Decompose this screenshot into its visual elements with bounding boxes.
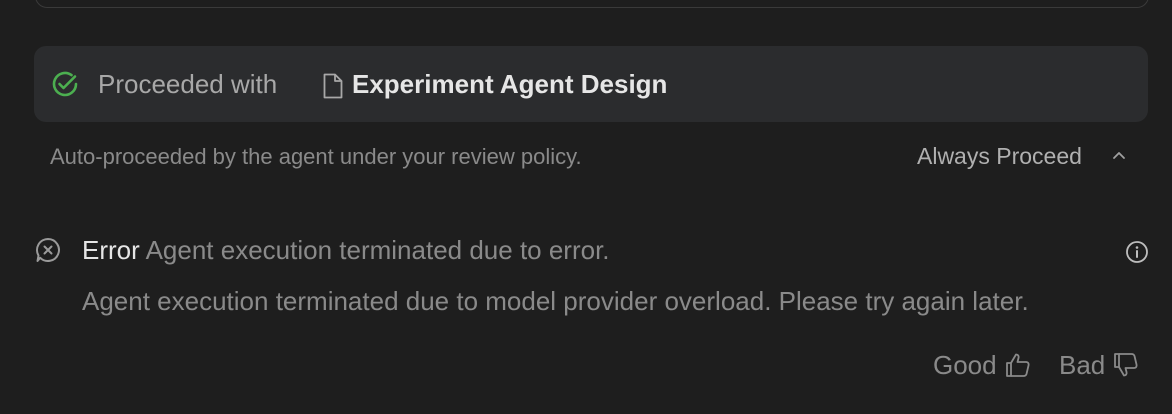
review-policy-dropdown[interactable]: Always Proceed <box>917 142 1082 170</box>
info-icon[interactable] <box>1125 240 1149 264</box>
bad-label: Bad <box>1059 350 1106 380</box>
error-detail: Agent execution terminated due to model … <box>82 286 1029 316</box>
error-bubble-icon <box>34 236 62 264</box>
agent-panel: Proceeded with Experiment Agent Design A… <box>0 0 1172 414</box>
error-label: Error <box>82 235 140 265</box>
good-feedback-button[interactable]: Good <box>933 349 1033 381</box>
document-icon <box>322 72 344 100</box>
proceeded-with-label: Proceeded with <box>98 69 278 99</box>
error-header: Error Agent execution terminated due to … <box>82 234 610 266</box>
bad-feedback-button[interactable]: Bad <box>1059 349 1141 381</box>
check-circle-icon <box>50 69 80 99</box>
document-link[interactable]: Experiment Agent Design <box>352 67 667 101</box>
thumbs-up-icon <box>1003 350 1033 380</box>
policy-description: Auto-proceeded by the agent under your r… <box>50 144 582 169</box>
chevron-up-icon[interactable] <box>1111 148 1127 162</box>
thumbs-down-icon <box>1111 350 1141 380</box>
previous-card <box>35 0 1149 8</box>
error-summary: Agent execution terminated due to error. <box>145 235 610 265</box>
good-label: Good <box>933 350 997 380</box>
